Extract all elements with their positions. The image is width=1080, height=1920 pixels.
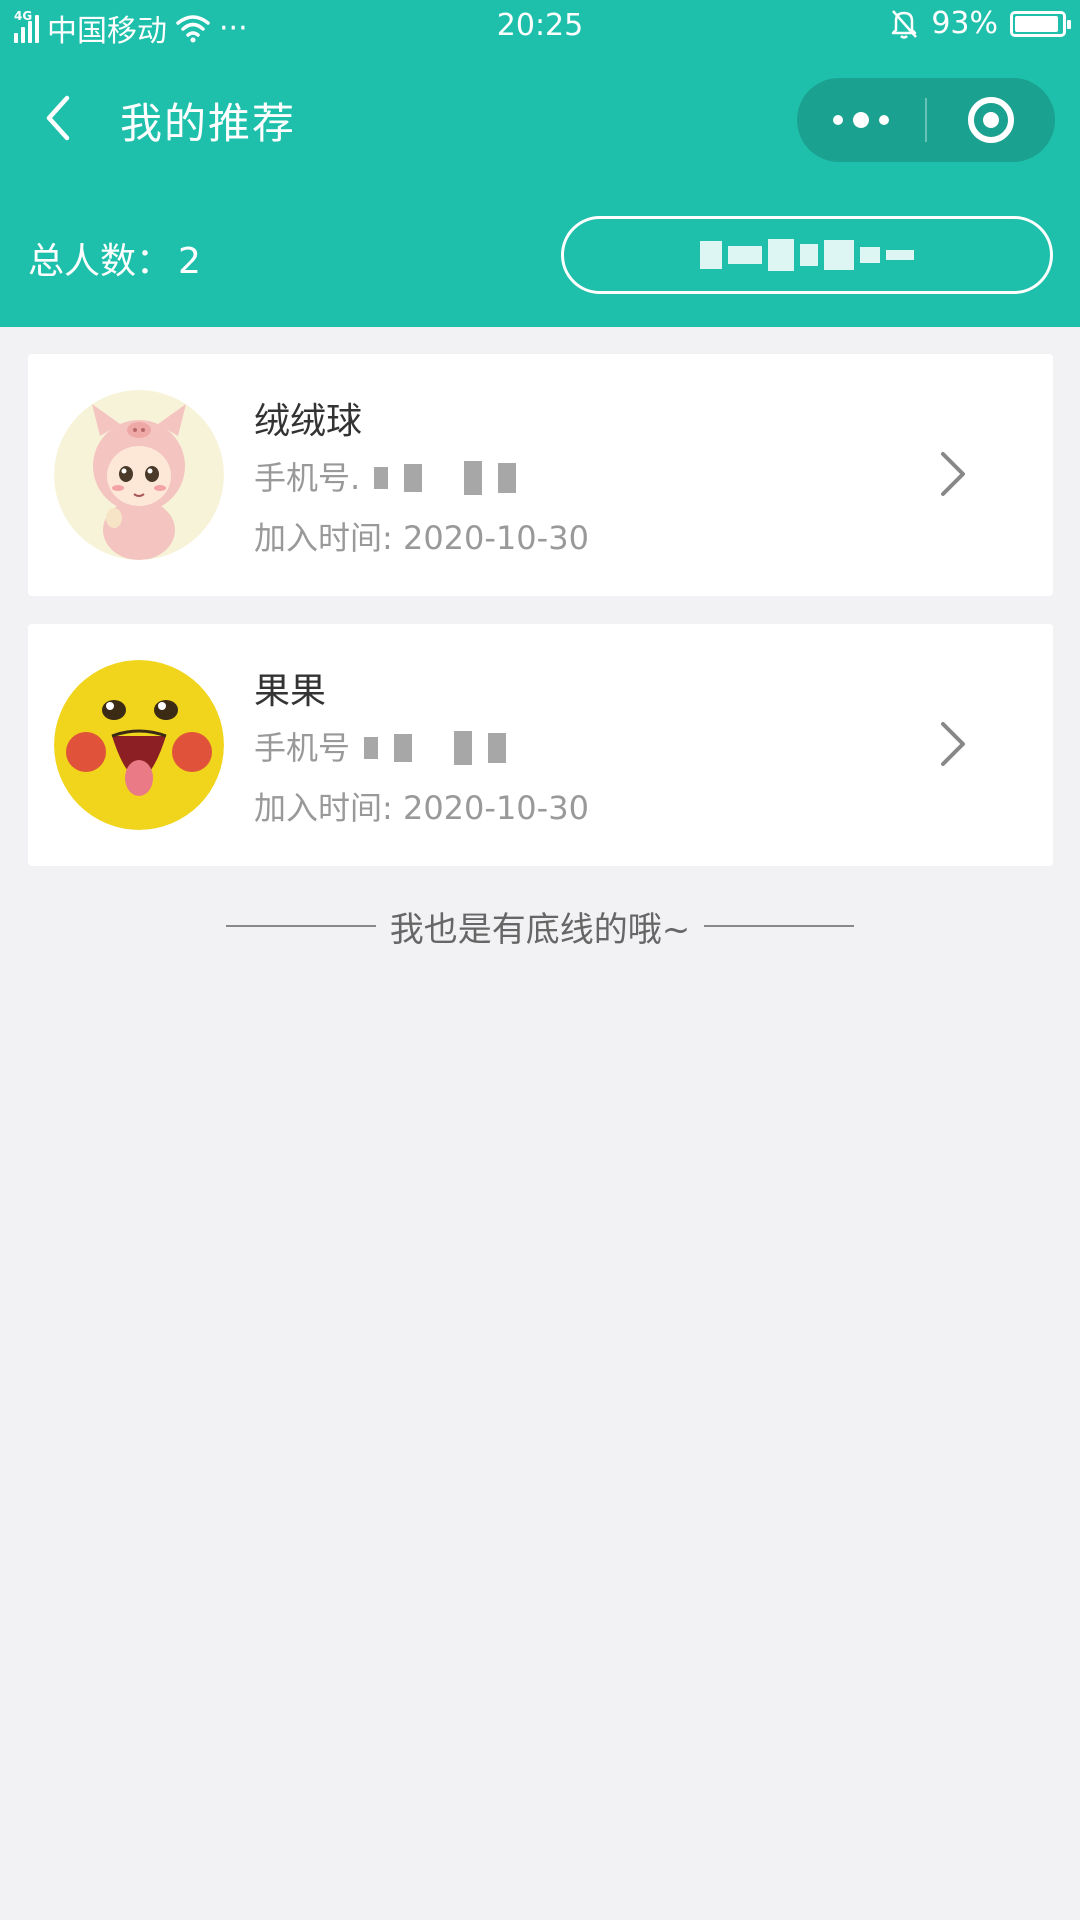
member-joined-date: 加入时间: 2020-10-30	[254, 789, 589, 827]
member-list: 绒绒球 手机号. 加入时间: 2020-10-30 果果 手机号 加入时间: 2…	[28, 354, 1053, 894]
back-button[interactable]	[28, 88, 88, 148]
member-name: 绒绒球	[254, 401, 363, 442]
summary-bar: 总人数： 2	[0, 180, 1080, 327]
chevron-right-icon	[941, 722, 965, 766]
phone-label: 手机号	[254, 729, 351, 767]
phone-label: 手机号.	[254, 459, 361, 497]
member-name: 果果	[254, 671, 327, 712]
battery-percent: 93%	[931, 6, 998, 41]
chevron-left-icon	[46, 95, 70, 141]
chevron-right-icon	[941, 452, 965, 496]
divider-line-right	[704, 925, 855, 927]
target-circle-icon	[968, 97, 1014, 143]
pig-costume-avatar-icon	[54, 390, 224, 560]
end-of-list-divider: 我也是有底线的哦~	[0, 898, 1080, 954]
phone-redacted	[374, 461, 517, 495]
more-button[interactable]	[797, 78, 925, 162]
miniprogram-capsule	[797, 78, 1055, 162]
member-info: 果果 手机号 加入时间: 2020-10-30	[254, 666, 589, 838]
more-dots-icon	[833, 112, 889, 128]
close-miniprogram-button[interactable]	[927, 78, 1055, 162]
battery-fill	[1015, 15, 1058, 32]
member-phone: 手机号	[254, 718, 589, 778]
member-info: 绒绒球 手机号. 加入时间: 2020-10-30	[254, 396, 589, 568]
status-bar: 4G 中国移动 ··· 20:25 93%	[0, 0, 1080, 54]
search-pill[interactable]	[561, 216, 1053, 294]
bell-muted-icon	[892, 9, 918, 39]
member-joined-date: 加入时间: 2020-10-30	[254, 519, 589, 557]
list-item[interactable]: 果果 手机号 加入时间: 2020-10-30	[28, 624, 1053, 866]
status-right: 93%	[889, 6, 1071, 41]
page-title: 我的推荐	[120, 99, 297, 148]
end-of-list-text: 我也是有底线的哦~	[389, 909, 691, 950]
total-count-label: 总人数： 2	[28, 232, 201, 284]
avatar	[54, 660, 224, 830]
blurred-content	[700, 239, 914, 271]
member-phone: 手机号.	[254, 448, 589, 508]
avatar	[54, 390, 224, 560]
total-count: 2	[178, 241, 201, 282]
battery-icon	[1010, 10, 1071, 37]
list-item[interactable]: 绒绒球 手机号. 加入时间: 2020-10-30	[28, 354, 1053, 596]
phone-redacted	[364, 731, 507, 765]
nav-bar: 我的推荐	[0, 54, 1080, 180]
pikachu-avatar-icon	[54, 660, 224, 830]
total-label: 总人数：	[28, 241, 173, 282]
divider-line-left	[225, 925, 376, 927]
